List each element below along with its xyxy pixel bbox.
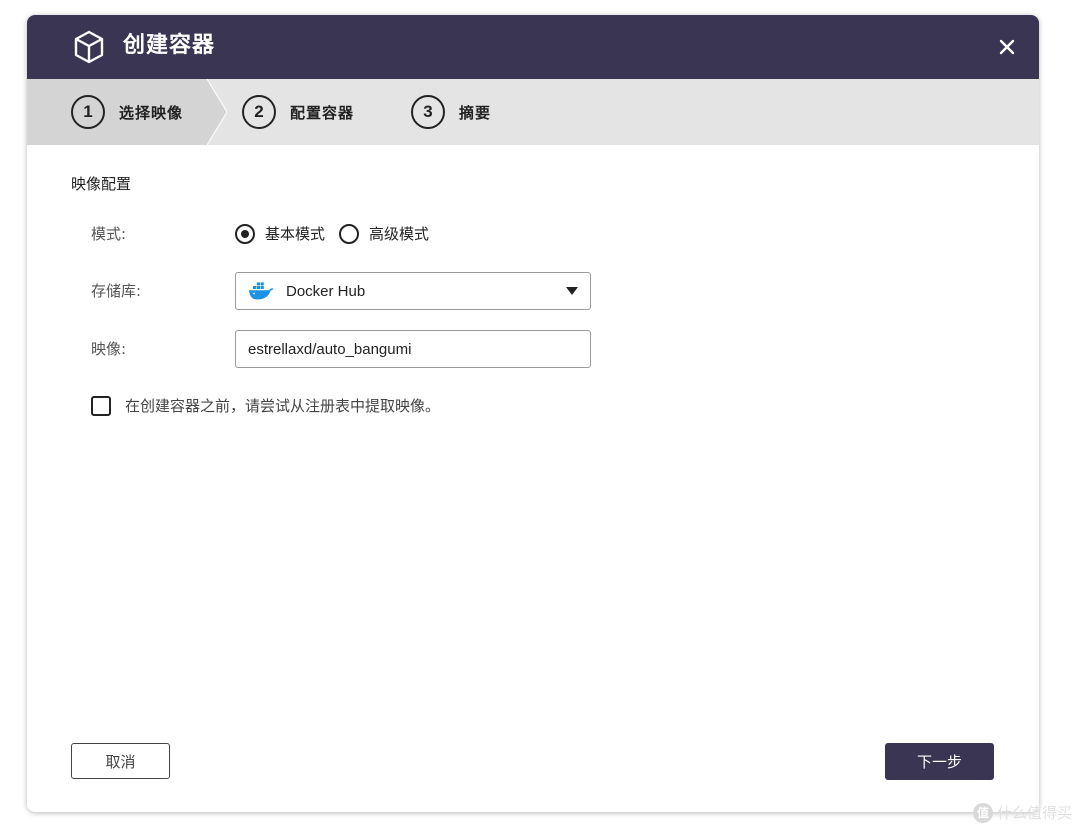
mode-radio-group: 基本模式 高级模式: [235, 223, 443, 244]
radio-checked-icon: [235, 223, 255, 244]
repository-label: 存储库:: [91, 282, 142, 300]
next-button[interactable]: 下一步: [885, 743, 994, 780]
step-number: 1: [71, 95, 105, 129]
radio-label: 基本模式: [265, 225, 326, 243]
step-number: 2: [242, 95, 276, 129]
pull-image-checkbox-row[interactable]: 在创建容器之前，请尝试从注册表中提取映像。: [91, 395, 440, 416]
step-summary[interactable]: 3 摘要: [411, 95, 492, 129]
caret-down-icon: [566, 287, 578, 295]
repository-select[interactable]: Docker Hub: [235, 272, 591, 310]
docker-icon: [249, 282, 274, 300]
cube-icon: [74, 30, 104, 64]
close-button[interactable]: [993, 33, 1021, 61]
radio-basic-mode[interactable]: 基本模式: [235, 223, 325, 244]
close-icon: [999, 39, 1015, 55]
image-label: 映像:: [91, 340, 127, 358]
wizard-steps: 1 选择映像 2 配置容器 3 摘要: [27, 79, 1039, 145]
section-title: 映像配置: [71, 175, 132, 193]
radio-advanced-mode[interactable]: 高级模式: [339, 223, 429, 244]
step-label: 摘要: [459, 103, 492, 122]
image-input-value: estrellaxd/auto_bangumi: [248, 340, 412, 358]
radio-label: 高级模式: [369, 225, 430, 243]
pull-image-checkbox[interactable]: [91, 395, 111, 416]
dialog-titlebar: 创建容器: [27, 15, 1039, 79]
watermark-text: 什么值得买: [996, 804, 1072, 822]
step-label: 选择映像: [119, 103, 184, 122]
watermark-badge-icon: 值: [972, 802, 993, 823]
step-label: 配置容器: [290, 103, 355, 122]
step-configure-container[interactable]: 2 配置容器: [242, 95, 355, 129]
pull-image-label: 在创建容器之前，请尝试从注册表中提取映像。: [125, 397, 441, 415]
image-input[interactable]: estrellaxd/auto_bangumi: [235, 330, 591, 368]
step-select-image[interactable]: 1 选择映像: [71, 95, 184, 129]
create-container-dialog: 创建容器 1 选择映像 2 配置容器 3 摘要 映像配置 模式: 基本模式 高级…: [27, 15, 1039, 812]
watermark: 值 什么值得买: [972, 802, 1072, 823]
radio-unchecked-icon: [339, 223, 360, 244]
cancel-button[interactable]: 取消: [71, 743, 170, 779]
mode-label: 模式:: [91, 225, 127, 243]
dialog-title: 创建容器: [123, 33, 216, 58]
repository-value: Docker Hub: [286, 282, 366, 300]
step-number: 3: [411, 95, 445, 129]
